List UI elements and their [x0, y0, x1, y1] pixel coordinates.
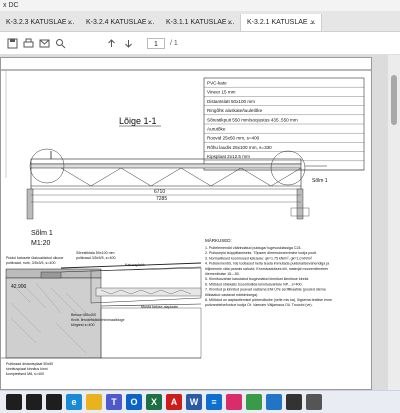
tab-label: K-3.2.4 KATUSLAE ...	[86, 19, 155, 26]
note-line: 8. Mõõdud on aaptaotlemisel pörtendituib…	[205, 298, 332, 302]
taskbar-teams-icon[interactable]: T	[106, 394, 122, 410]
taskbar-app-blue-icon[interactable]	[266, 394, 282, 410]
layer-row-text: Sõrestikpuit 550 mm/soojustus 435..550 m…	[207, 117, 298, 122]
pdf-page: Lõige 1-1 PVC-kate Vineer 15 mm Distantsla…	[0, 57, 372, 390]
close-icon[interactable]: ×	[147, 14, 152, 31]
tab-label: K-3.1.1 KATUSLAE ...	[166, 19, 235, 26]
window-title: x DC	[3, 2, 19, 9]
layer-row-text: PVC-kate	[207, 81, 227, 86]
callout-text: Sõrestiktala 50x100 mm	[76, 251, 115, 255]
taskbar-acrobat-icon[interactable]: A	[166, 394, 182, 410]
document-tab-bar: K-3.2.3 KATUSLAE ... × K-3.2.4 KATUSLAE …	[0, 11, 400, 32]
taskbar-word-icon[interactable]: W	[186, 394, 202, 410]
tab-label: K-3.2.3 KATUSLAE ...	[6, 19, 75, 26]
vertical-scrollbar[interactable]	[388, 55, 400, 390]
close-icon[interactable]: ×	[310, 14, 315, 31]
callout-text: komplektsed M8, s=400	[6, 372, 44, 376]
callout-text: Betoon l80x400	[71, 313, 96, 317]
note-line: hiljimenele väla peamis salovid. Ennmiva…	[205, 267, 329, 271]
layer-row-text: Vineer 15 mm	[207, 90, 236, 95]
note-line: 4. Puitelementid, mis tootlased heita te…	[205, 262, 329, 266]
callout-text: Puitkraad distantsplaat 50x50	[6, 362, 53, 366]
note-line: tõlklaatud vastavat märkimisega).	[205, 293, 258, 297]
search-icon[interactable]	[54, 37, 66, 49]
note-line: 5. Kinnitusvahse kasutatud tsugevdatud k…	[205, 277, 309, 281]
save-icon[interactable]	[6, 37, 18, 49]
elevation-label: 42.900	[11, 284, 27, 290]
dimension-2: 7285	[156, 196, 167, 202]
taskbar-explorer-icon[interactable]	[86, 394, 102, 410]
layer-row-text: Rõhu laudis 25x100 mm, s=330	[207, 145, 272, 150]
callout-text: puitkraad, nurk, 3/5x3/5, s=400	[6, 261, 55, 265]
mail-icon[interactable]	[38, 37, 50, 49]
callout-text: Muuta katuse alaplaate	[141, 305, 178, 309]
detail-scale: M1:20	[31, 240, 51, 247]
tab-document-3[interactable]: K-3.1.1 KATUSLAE ... ×	[160, 14, 238, 31]
note-line: ülemenibulse 15—50.	[205, 272, 240, 276]
callout-text: Kivitt. lihvidebklidd minimaalbioge	[71, 318, 125, 322]
callout-text: Katuseplekk	[125, 263, 145, 267]
taskbar-app-dark-icon[interactable]	[286, 394, 302, 410]
dimension-1: 6710	[154, 189, 165, 195]
window-titlebar: x DC	[0, 0, 400, 11]
taskbar-search-icon[interactable]	[26, 394, 42, 410]
taskbar-outlook-icon[interactable]: O	[126, 394, 142, 410]
taskbar-teamviewer-icon[interactable]: ≡	[206, 394, 222, 410]
detail-title: Sõlm 1	[31, 230, 53, 237]
tab-label: K-3.2.1 KATUSLAE ...	[247, 19, 316, 26]
callout-text: kinnitusplaat kinnitus kinni	[6, 367, 48, 371]
note-line: 1. Puitelemendid väärindatud puiduga/ tu…	[205, 246, 302, 250]
taskbar-task-view-icon[interactable]	[46, 394, 62, 410]
note-line: puitvanelehe/tootue tootja Ot. Vaenam Vä…	[205, 303, 313, 307]
callout-text: Puidul katusele ülakualdatud olkooe	[6, 256, 63, 260]
taskbar-app-green-icon[interactable]	[246, 394, 262, 410]
callout-text: puitkraad 3/5x5/5, s=400	[76, 256, 115, 260]
callout-text: kõrgiest s=400	[71, 323, 94, 327]
arrow-up-icon[interactable]	[105, 37, 117, 49]
taskbar-settings-icon[interactable]	[306, 394, 322, 410]
note-line: 2. Puitusepid tsüpplitamiseks. Tõpsem di…	[205, 251, 317, 255]
print-icon[interactable]	[22, 37, 34, 49]
note-line: 6. Mõõdud sõlekatis tsoontrollida kinnit…	[205, 282, 303, 286]
detail-drawing: 42.900 Puidul katusele ülakualdatud olko…	[1, 251, 202, 376]
tab-document-1[interactable]: K-3.2.3 KATUSLAE ... ×	[0, 14, 78, 31]
notes-list: 1. Puitelemendid väärindatud puiduga/ tu…	[205, 246, 332, 307]
layer-row-text: Kipsplaat 2x12.5 mm	[207, 154, 250, 159]
taskbar-edge-icon[interactable]: e	[66, 394, 82, 410]
tab-document-2[interactable]: K-3.2.4 KATUSLAE ... ×	[80, 14, 158, 31]
taskbar-app-pink-icon[interactable]	[226, 394, 242, 410]
viewer-toolbar: 1 / 1	[0, 32, 400, 55]
page-total: / 1	[170, 40, 178, 47]
layer-row-text: Distantslatt 50x100 mm	[207, 99, 255, 104]
tab-document-4-active[interactable]: K-3.2.1 KATUSLAE ... ×	[240, 14, 322, 31]
arrow-down-icon[interactable]	[122, 37, 134, 49]
close-icon[interactable]: ×	[67, 14, 72, 31]
scrollbar-thumb[interactable]	[391, 75, 397, 125]
note-line: 3. Normatiivsed koormused katusele: qk=1…	[205, 256, 313, 260]
note-line: 7. Kinnitud ja kinnitud peavad vastama E…	[205, 288, 326, 292]
roof-section: Sõlm 1 6710 7285	[26, 148, 328, 220]
taskbar-start-icon[interactable]	[6, 394, 22, 410]
construction-drawing: Lõige 1-1 PVC-kate Vineer 15 mm Distantsla…	[1, 69, 371, 376]
layer-table-rows: PVC-kate Vineer 15 mm Distantslatt 50x100 …	[204, 81, 364, 171]
windows-taskbar: e T O X A W ≡	[0, 390, 400, 413]
layer-row-text: Ringõhk aluskate/tuuletõke	[207, 108, 263, 113]
layer-row-text: Aurutõke	[207, 127, 226, 132]
layer-row-text: Roovid 25x50 mm, s=400	[207, 136, 260, 141]
document-viewer: Lõige 1-1 PVC-kate Vineer 15 mm Distantsla…	[0, 55, 400, 390]
page-number-input[interactable]: 1	[147, 38, 165, 49]
node-label: Sõlm 1	[312, 178, 328, 184]
section-title: Lõige 1-1	[119, 116, 157, 126]
notes-title: MÄRKUSED:	[205, 237, 232, 243]
taskbar-excel-icon[interactable]: X	[146, 394, 162, 410]
close-icon[interactable]: ×	[227, 14, 232, 31]
